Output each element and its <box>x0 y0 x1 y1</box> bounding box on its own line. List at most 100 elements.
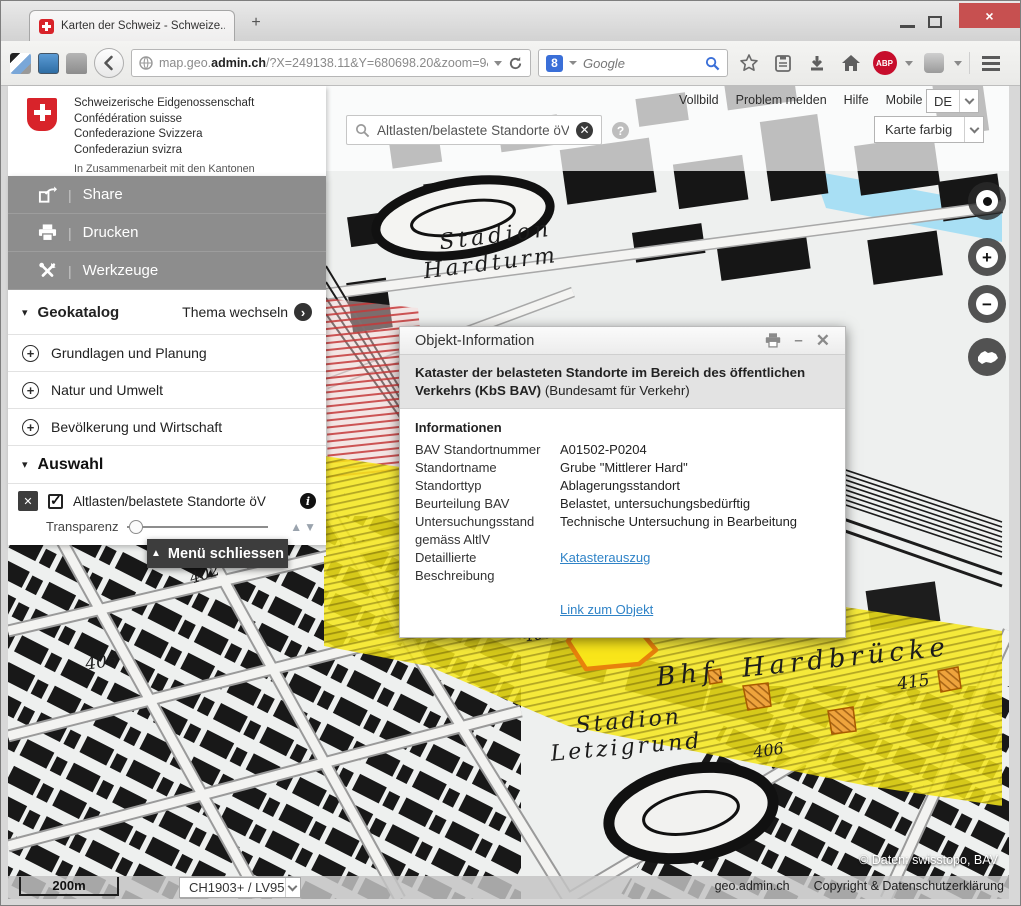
sidebar-item-drucken[interactable]: | Drucken <box>8 214 326 252</box>
adblock-icon[interactable]: ABP <box>871 50 898 77</box>
arrow-right-icon: › <box>294 303 312 321</box>
field-value: Ablagerungsstandort <box>560 477 830 495</box>
browser-navbar: map.geo.admin.ch/?X=249138.11&Y=680698.2… <box>1 41 1020 86</box>
popup-body: Informationen BAV Standortnummer A01502-… <box>400 409 845 637</box>
bookmarks-menu-icon[interactable] <box>769 50 796 77</box>
share-icon <box>38 186 57 204</box>
addon-icon-1[interactable] <box>10 53 31 74</box>
auswahl-header[interactable]: ▾ Auswahl <box>8 445 326 483</box>
sidebar-item-label: Werkzeuge <box>83 262 159 279</box>
url-bar[interactable]: map.geo.admin.ch/?X=249138.11&Y=680698.2… <box>131 49 531 77</box>
plus-icon: + <box>976 246 998 268</box>
print-icon[interactable] <box>765 333 781 348</box>
field-label: BAV Standortnummer <box>415 441 558 459</box>
toolbar-dropdown-icon[interactable] <box>954 61 962 66</box>
geolocate-button[interactable] <box>968 182 1006 220</box>
scale-bar: 200m <box>19 877 119 896</box>
browser-tab[interactable]: Karten der Schweiz - Schweize... <box>29 10 235 41</box>
link-hilfe[interactable]: Hilfe <box>844 93 869 107</box>
default-extent-button[interactable] <box>968 338 1006 376</box>
field-value: Grube "Mittlerer Hard" <box>560 459 830 477</box>
field-label: Beurteilung BAV <box>415 495 558 513</box>
browser-search-box[interactable]: 8 Google <box>538 49 728 77</box>
menu-icon[interactable] <box>977 50 1004 77</box>
google-favicon[interactable]: 8 <box>546 55 563 72</box>
browser-window: Karten der Schweiz - Schweize... + × map… <box>0 0 1021 906</box>
sidebar-item-share[interactable]: | Share <box>8 176 326 214</box>
geokatalog-panel: ▾ Geokatalog Thema wechseln › + Grundlag… <box>8 290 326 545</box>
slider-thumb[interactable] <box>129 520 143 534</box>
popup-header[interactable]: Objekt-Information – ✕ <box>400 327 845 355</box>
object-information-popup: Objekt-Information – ✕ Kataster der bela… <box>399 326 846 638</box>
sidebar-item-werkzeuge[interactable]: | Werkzeuge <box>8 252 326 290</box>
category-natur-umwelt[interactable]: + Natur und Umwelt <box>8 371 326 408</box>
reload-icon[interactable] <box>508 56 523 71</box>
search-placeholder: Google <box>583 56 699 71</box>
back-arrow-icon <box>101 55 117 71</box>
addon-monkey-icon[interactable] <box>920 50 947 77</box>
zoom-in-button[interactable]: + <box>968 238 1006 276</box>
minimize-icon[interactable]: – <box>794 332 802 349</box>
field-value: Technische Untersuchung in Bearbeitung <box>560 513 830 549</box>
addon-icon-3[interactable] <box>66 53 87 74</box>
chevron-down-icon: ▾ <box>22 458 28 471</box>
slider-track[interactable] <box>127 526 269 529</box>
clear-search-icon[interactable]: ✕ <box>576 122 593 139</box>
search-magnifier-icon[interactable] <box>705 56 720 71</box>
expand-plus-icon: + <box>22 419 39 436</box>
sidebar-item-label: Share <box>83 186 123 203</box>
bookmark-star-icon[interactable] <box>735 50 762 77</box>
new-tab-button[interactable]: + <box>245 14 267 38</box>
geoadmin-link[interactable]: geo.admin.ch <box>715 879 790 893</box>
window-maximize-button[interactable] <box>928 16 942 28</box>
locate-icon <box>976 190 998 212</box>
layer-info-icon[interactable]: i <box>300 493 316 509</box>
adblock-dropdown-icon[interactable] <box>905 61 913 66</box>
window-titlebar: Karten der Schweiz - Schweize... + × <box>1 1 1020 41</box>
expand-plus-icon: + <box>22 382 39 399</box>
url-dropdown-icon[interactable] <box>494 61 502 66</box>
field-label: Untersuchungsstand gemäss AltlV <box>415 513 558 549</box>
projection-select[interactable]: CH1903+ / LV95 <box>179 877 301 898</box>
minus-icon: − <box>976 293 998 315</box>
link-problem-melden[interactable]: Problem melden <box>736 93 827 107</box>
category-bevoelkerung[interactable]: + Bevölkerung und Wirtschaft <box>8 408 326 445</box>
informationen-heading: Informationen <box>415 420 830 435</box>
language-select[interactable]: DE <box>926 89 979 113</box>
search-engine-dropdown-icon[interactable] <box>569 61 577 65</box>
link-zum-objekt[interactable]: Link zum Objekt <box>560 602 653 617</box>
window-minimize-button[interactable] <box>900 25 915 28</box>
map-search-input[interactable]: Altlasten/belastete Standorte öV ✕ <box>346 115 602 145</box>
layer-move-down-icon[interactable]: ▼ <box>304 520 316 534</box>
layer-checkbox[interactable] <box>48 494 63 509</box>
back-button[interactable] <box>94 48 124 78</box>
remove-layer-button[interactable]: ✕ <box>18 491 38 511</box>
map-style-select[interactable]: Karte farbig <box>874 116 984 143</box>
search-help-icon[interactable]: ? <box>612 122 629 139</box>
field-label: Detaillierte Beschreibung <box>415 549 558 585</box>
copyright-link[interactable]: Copyright & Datenschutzerklärung <box>814 879 1004 893</box>
thema-wechseln-link[interactable]: Thema wechseln › <box>182 303 312 321</box>
map-search-value: Altlasten/belastete Standorte öV <box>377 123 569 138</box>
adblock-badge: ABP <box>873 51 897 75</box>
logo-text: Schweizerische Eidgenossenschaft Confédé… <box>74 96 326 158</box>
geokatalog-title: Geokatalog <box>38 304 120 321</box>
katasterauszug-link[interactable]: Katasterauszug <box>560 550 650 565</box>
window-close-button[interactable]: × <box>959 3 1020 28</box>
addon-icon-2[interactable] <box>38 53 59 74</box>
transparency-slider[interactable] <box>127 520 283 534</box>
chevron-down-icon: ▾ <box>22 306 28 319</box>
expand-plus-icon: + <box>22 345 39 362</box>
category-grundlagen[interactable]: + Grundlagen und Planung <box>8 334 326 371</box>
close-icon[interactable]: ✕ <box>816 331 830 351</box>
zoom-out-button[interactable]: − <box>968 285 1006 323</box>
map-attribution: © Daten: swisstopo, BAV <box>859 853 998 867</box>
chevron-down-icon <box>959 90 978 112</box>
active-layer-row: ✕ Altlasten/belastete Standorte öV i Tra… <box>8 483 326 545</box>
downloads-icon[interactable] <box>803 50 830 77</box>
home-icon[interactable] <box>837 50 864 77</box>
geokatalog-header[interactable]: ▾ Geokatalog Thema wechseln › <box>8 290 326 334</box>
close-menu-button[interactable]: ▲ Menü schliessen <box>147 539 288 568</box>
layer-move-up-icon[interactable]: ▲ <box>290 520 302 534</box>
link-vollbild[interactable]: Vollbild <box>679 93 719 107</box>
